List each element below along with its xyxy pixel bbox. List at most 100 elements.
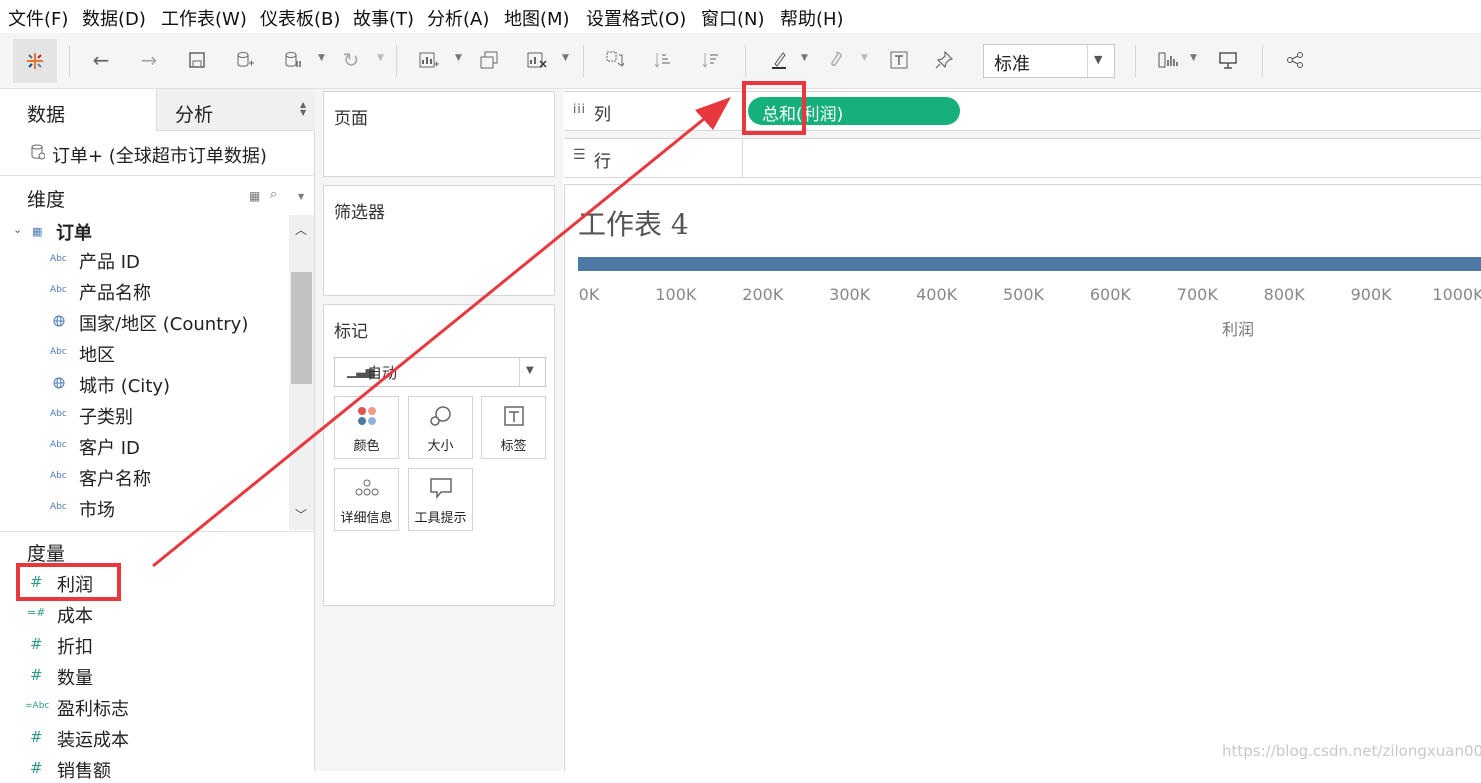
measure-field[interactable]: =# 成本	[0, 600, 300, 628]
mark-tooltip-button[interactable]: 工具提示	[408, 468, 473, 531]
dimension-scrollbar[interactable]: ︿ ﹀	[289, 215, 314, 530]
list-view-icon[interactable]: ▦	[249, 189, 260, 203]
fit-select[interactable]: 标准 ▼	[983, 44, 1115, 78]
mark-label-button[interactable]: 标签	[481, 396, 546, 459]
pause-dropdown-icon[interactable]: ▼	[318, 53, 325, 63]
menu-file[interactable]: 文件(F)	[8, 5, 68, 31]
string-type-icon: Abc	[50, 347, 67, 357]
mark-size-button[interactable]: 大小	[408, 396, 473, 459]
menu-dashboard[interactable]: 仪表板(B)	[260, 5, 340, 31]
highlight-dropdown-icon[interactable]: ▼	[801, 53, 808, 63]
x-tick-label: 300K	[829, 285, 871, 304]
chart-svg: 0K 100K 200K 300K 400K 500K 600K 700K 800K 900K 10…	[578, 257, 1481, 304]
menu-analysis[interactable]: 分析(A)	[427, 5, 489, 31]
x-axis-title: 利润	[1222, 320, 1255, 339]
show-cards-dropdown-icon[interactable]: ▼	[1190, 53, 1197, 63]
new-datasource-icon[interactable]	[232, 47, 258, 73]
sheet-title: 工作表 4	[578, 208, 689, 241]
fit-select-value: 标准	[994, 54, 1030, 75]
columns-shelf[interactable]: iii 列 总和(利润)	[564, 91, 1481, 131]
marks-card-title: 标记	[334, 322, 368, 342]
search-icon[interactable]: ⌕	[270, 187, 277, 202]
menu-format[interactable]: 设置格式(O)	[586, 5, 686, 31]
string-type-icon: Abc	[50, 409, 67, 419]
rows-shelf[interactable]: ☰ 行	[564, 138, 1481, 178]
menu-worksheet[interactable]: 工作表(W)	[161, 5, 247, 31]
globe-icon	[53, 377, 65, 392]
duplicate-sheet-icon[interactable]	[476, 47, 502, 73]
redo-icon[interactable]: →	[136, 47, 162, 73]
mark-detail-button[interactable]: 详细信息	[334, 468, 399, 531]
x-tick-label: 900K	[1351, 285, 1393, 304]
mark-label-label: 标签	[500, 439, 527, 454]
tab-scroll-icon[interactable]: ▲ ▼	[300, 101, 306, 117]
menu-help[interactable]: 帮助(H)	[780, 5, 844, 31]
measure-field-label: 成本	[57, 606, 93, 627]
sort-ascending-icon[interactable]	[650, 47, 676, 73]
show-labels-icon[interactable]	[886, 47, 912, 73]
refresh-icon[interactable]: ↻	[338, 47, 364, 73]
filters-card[interactable]: 筛选器	[323, 185, 555, 296]
undo-icon[interactable]: ←	[88, 47, 114, 73]
highlight-box-profit-field	[16, 563, 121, 601]
pin-axis-icon[interactable]	[931, 47, 957, 73]
sort-descending-icon[interactable]	[698, 47, 724, 73]
number-type-icon: =#	[27, 606, 46, 619]
menu-map[interactable]: 地图(M)	[504, 5, 570, 31]
show-cards-icon[interactable]	[1155, 47, 1181, 73]
share-icon[interactable]	[1282, 47, 1308, 73]
measure-field[interactable]: # 折扣	[0, 631, 300, 659]
string-type-icon: Abc	[50, 502, 67, 512]
table-row-orders[interactable]: ⌄ ▦ 订单	[0, 217, 289, 245]
menu-data[interactable]: 数据(D)	[82, 5, 146, 31]
measure-field[interactable]: # 销售额	[0, 755, 300, 783]
table-icon: ▦	[32, 225, 43, 238]
refresh-dropdown-icon[interactable]: ▼	[377, 53, 384, 63]
dimension-field[interactable]: Abc 市场	[0, 494, 286, 522]
dimensions-menu-icon[interactable]: ▼	[298, 192, 304, 201]
group-dropdown-icon[interactable]: ▼	[861, 53, 868, 63]
tab-data[interactable]: 数据	[0, 89, 156, 131]
new-worksheet-dropdown-icon[interactable]: ▼	[455, 53, 462, 63]
datasource-row[interactable]: 订单+ (全球超市订单数据)	[0, 132, 314, 175]
filters-card-title: 筛选器	[334, 203, 385, 223]
dimension-field[interactable]: Abc 客户 ID	[0, 432, 286, 460]
dimension-field[interactable]: 城市 (City)	[0, 370, 286, 398]
dimension-field[interactable]: Abc 子类别	[0, 401, 286, 429]
dimension-field[interactable]: Abc 产品名称	[0, 277, 286, 305]
expand-chevron-icon[interactable]: ⌄	[13, 223, 22, 236]
measure-field-label: 折扣	[57, 637, 93, 658]
pages-card[interactable]: 页面	[323, 91, 555, 177]
mark-type-select[interactable]: ▁▃▅ 自动 ▼	[334, 357, 546, 387]
scroll-up-icon[interactable]: ︿	[295, 221, 307, 238]
dimension-field[interactable]: Abc 地区	[0, 339, 286, 367]
globe-icon	[53, 315, 65, 330]
measure-field[interactable]: # 装运成本	[0, 724, 300, 752]
mark-color-button[interactable]: 颜色	[334, 396, 399, 459]
x-tick-label: 1000K	[1432, 285, 1481, 304]
pause-datasource-icon[interactable]	[280, 47, 306, 73]
dimension-field-label: 产品名称	[79, 283, 151, 304]
new-worksheet-icon[interactable]	[416, 47, 442, 73]
menu-story[interactable]: 故事(T)	[353, 5, 414, 31]
profit-bar[interactable]	[578, 257, 1481, 271]
tab-analysis[interactable]: 分析 ▲ ▼	[156, 89, 315, 131]
scroll-down-icon[interactable]: ﹀	[295, 506, 307, 523]
highlight-icon[interactable]	[766, 47, 792, 73]
measure-field[interactable]: =Abc 盈利标志	[0, 693, 300, 721]
save-icon[interactable]	[184, 47, 210, 73]
clear-dropdown-icon[interactable]: ▼	[562, 53, 569, 63]
clear-sheet-icon[interactable]	[524, 47, 550, 73]
presentation-mode-icon[interactable]	[1215, 47, 1241, 73]
scroll-thumb[interactable]	[291, 272, 312, 384]
mark-size-label: 大小	[427, 439, 454, 454]
dimension-field[interactable]: Abc 客户名称	[0, 463, 286, 491]
swap-rows-columns-icon[interactable]	[602, 47, 628, 73]
group-paperclip-icon[interactable]	[823, 47, 849, 73]
dimension-field[interactable]: Abc 产品 ID	[0, 246, 286, 274]
string-type-icon: Abc	[50, 254, 67, 264]
measure-field[interactable]: # 数量	[0, 662, 300, 690]
menu-window[interactable]: 窗口(N)	[701, 5, 765, 31]
tableau-logo-icon[interactable]	[13, 39, 57, 83]
dimension-field[interactable]: 国家/地区 (Country)	[0, 308, 286, 336]
